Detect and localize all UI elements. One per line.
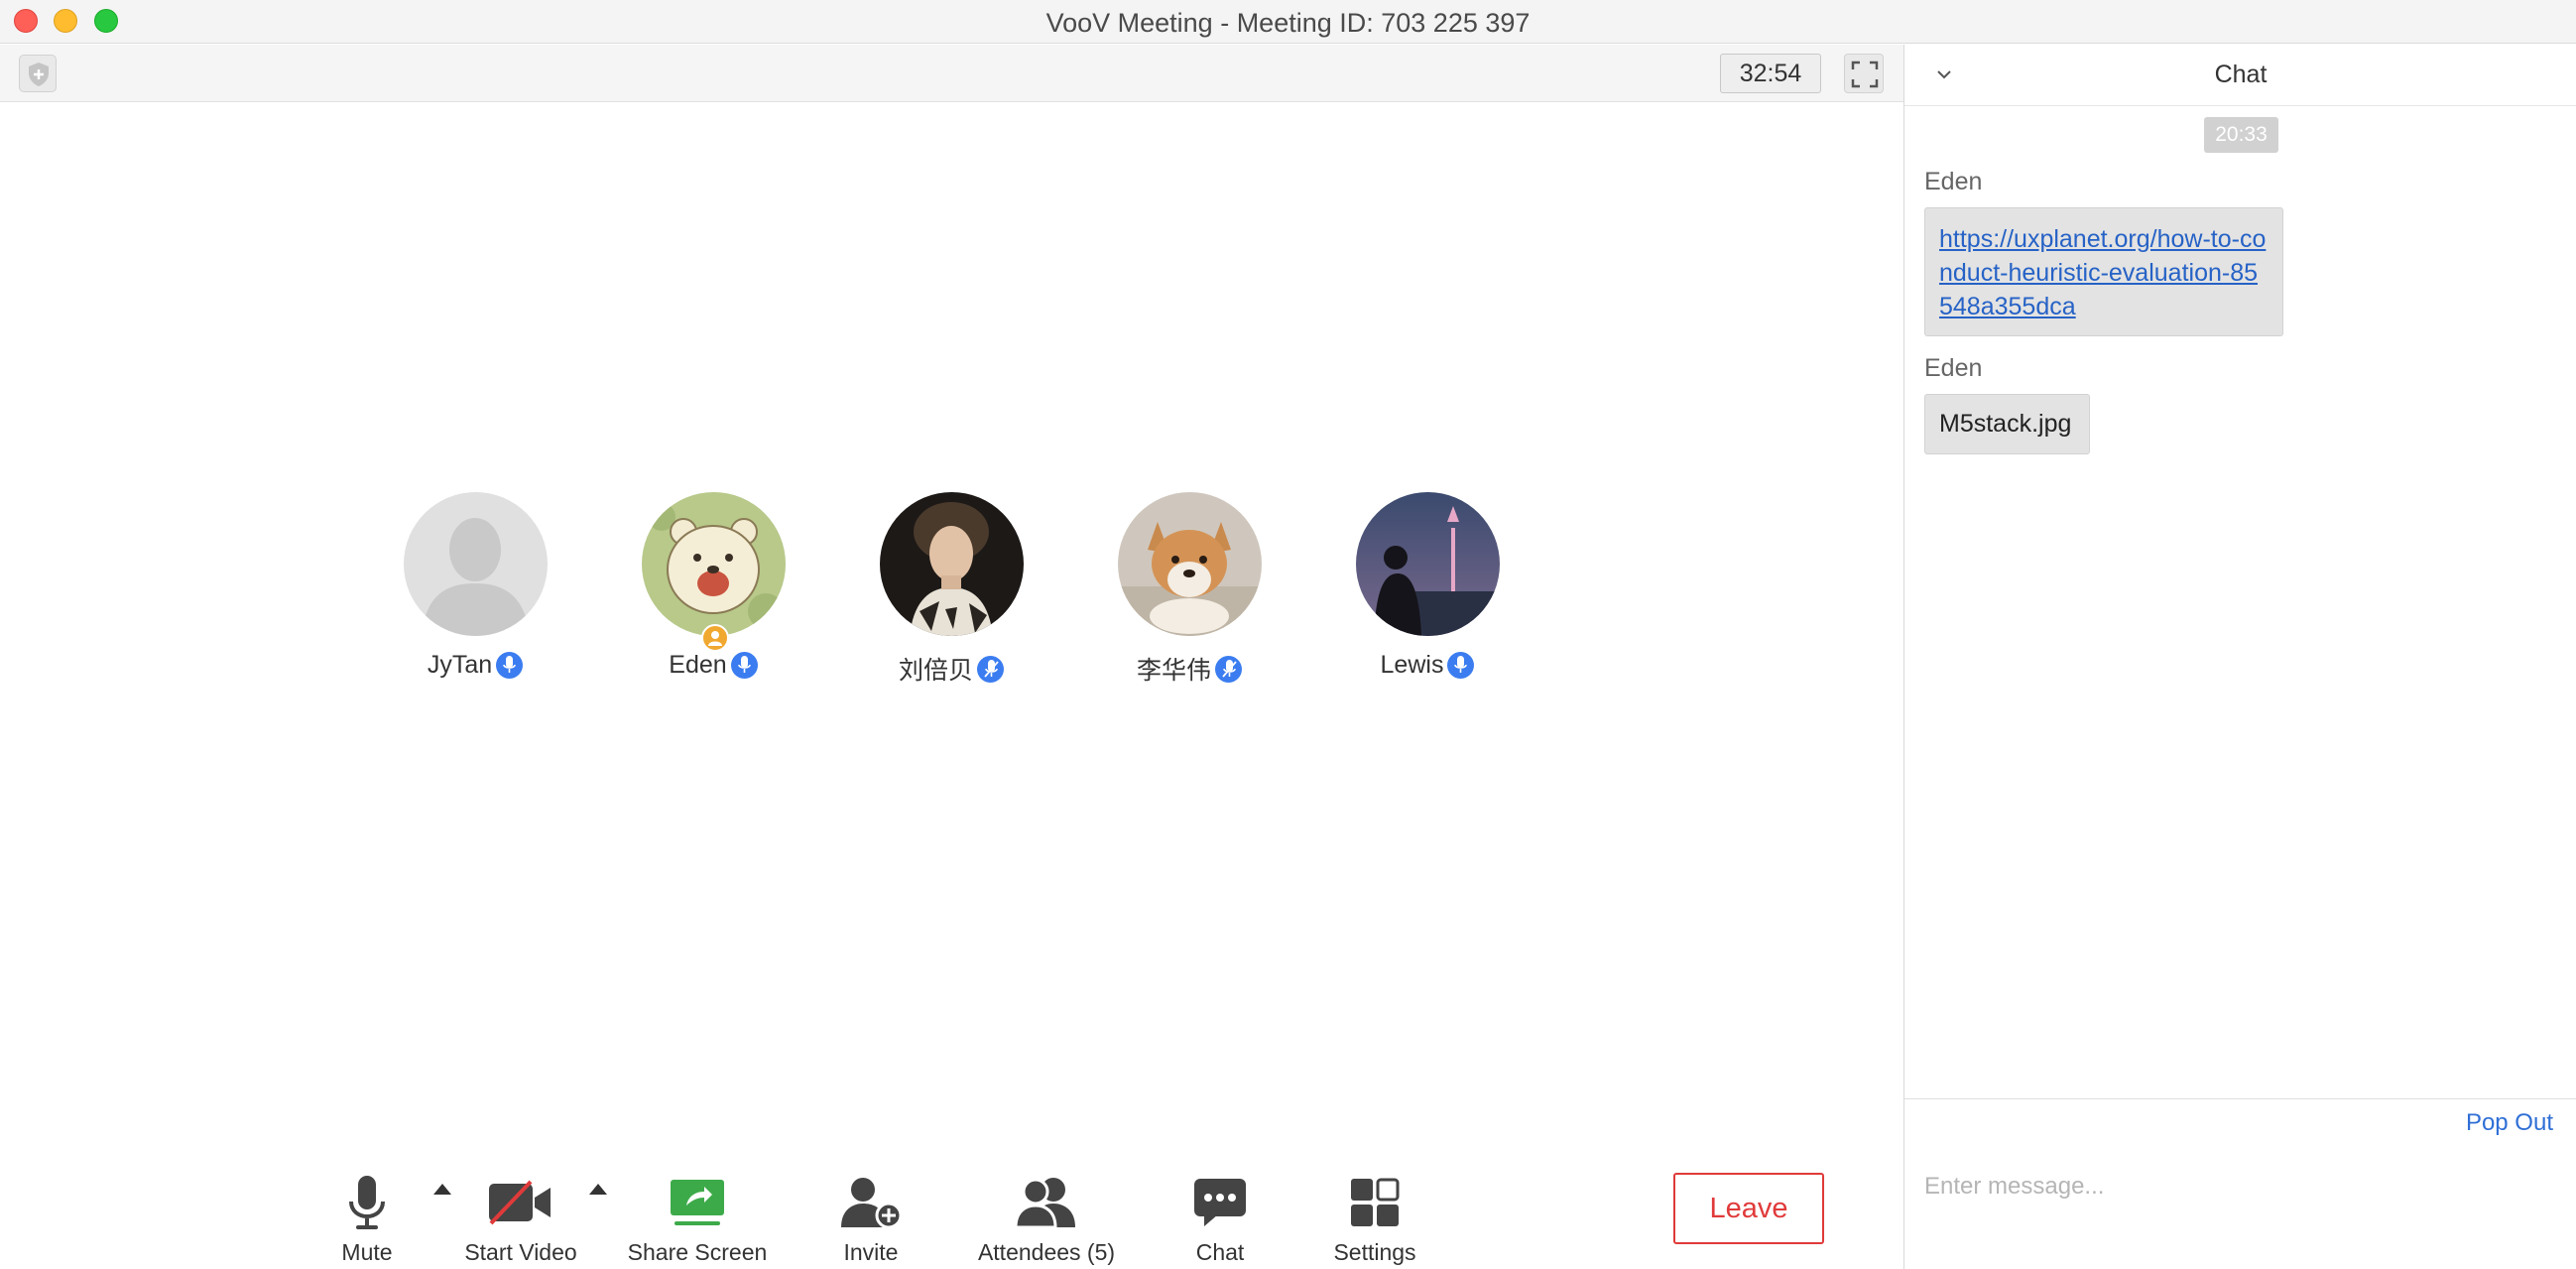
chat-button[interactable]: Chat bbox=[1170, 1168, 1270, 1266]
host-icon bbox=[707, 631, 722, 646]
avatar bbox=[403, 492, 548, 636]
share-screen-label: Share Screen bbox=[627, 1239, 768, 1265]
mic-off-icon bbox=[977, 655, 1004, 683]
participant-name: JyTan bbox=[427, 651, 493, 679]
start-video-label: Start Video bbox=[464, 1239, 577, 1265]
add-user-icon bbox=[841, 1178, 903, 1229]
invite-label: Invite bbox=[843, 1239, 899, 1265]
chat-timestamp: 20:33 bbox=[2204, 117, 2278, 153]
meeting-timer: 32:54 bbox=[1720, 54, 1821, 93]
share-screen-icon bbox=[671, 1180, 724, 1225]
default-avatar-icon bbox=[403, 492, 548, 636]
avatar bbox=[1355, 492, 1500, 636]
invite-button[interactable]: Invite bbox=[821, 1168, 920, 1266]
settings-label: Settings bbox=[1333, 1239, 1416, 1265]
shiba-dog-avatar-icon bbox=[1117, 492, 1262, 636]
participant-tile[interactable]: Lewis bbox=[1308, 492, 1546, 680]
attendees-label: Attendees (5) bbox=[977, 1239, 1116, 1265]
shield-icon bbox=[29, 63, 49, 86]
chat-message-file[interactable]: M5stack.jpg bbox=[1924, 394, 2090, 454]
participant-tile[interactable]: Eden bbox=[594, 492, 832, 680]
mute-label: Mute bbox=[341, 1239, 393, 1265]
pop-out-link[interactable]: Pop Out bbox=[2466, 1109, 2553, 1137]
mic-on-icon bbox=[730, 652, 758, 679]
participant-tile[interactable]: JyTan bbox=[356, 492, 594, 680]
participant-name: 李华伟 bbox=[1136, 657, 1211, 685]
participant-tile[interactable]: 李华伟 bbox=[1070, 492, 1308, 687]
video-options-caret-icon[interactable] bbox=[589, 1184, 607, 1195]
fullscreen-button[interactable] bbox=[1844, 54, 1884, 93]
host-badge bbox=[700, 624, 729, 652]
attendees-button[interactable]: Attendees (5) bbox=[967, 1168, 1126, 1266]
attendees-icon bbox=[1014, 1178, 1075, 1229]
fullscreen-icon bbox=[1851, 61, 1879, 88]
mic-on-icon bbox=[496, 652, 524, 679]
message-sender: Eden bbox=[1924, 168, 1983, 195]
start-video-button[interactable]: Start Video bbox=[461, 1168, 580, 1266]
mic-on-icon bbox=[1447, 652, 1475, 679]
microphone-icon bbox=[349, 1176, 385, 1229]
chat-panel: Chat 20:33 Eden https://uxplanet.org/how… bbox=[1903, 45, 2576, 1269]
window-title: VooV Meeting - Meeting ID: 703 225 397 bbox=[1045, 8, 1531, 38]
chat-title: Chat bbox=[2214, 61, 2268, 88]
settings-grid-icon bbox=[1351, 1178, 1400, 1226]
chat-header: Chat bbox=[1904, 45, 2576, 106]
title-bar: VooV Meeting - Meeting ID: 703 225 397 bbox=[0, 0, 2576, 44]
audio-options-caret-icon[interactable] bbox=[433, 1184, 451, 1195]
participant-name: Lewis bbox=[1380, 651, 1444, 679]
settings-button[interactable]: Settings bbox=[1325, 1168, 1424, 1266]
participant-name: Eden bbox=[669, 651, 727, 679]
message-sender: Eden bbox=[1924, 354, 1983, 382]
security-button[interactable] bbox=[19, 55, 57, 92]
participant-tile[interactable]: 刘倍贝 bbox=[832, 492, 1070, 687]
woman-portrait-avatar-icon bbox=[879, 492, 1024, 636]
mic-off-icon bbox=[1215, 655, 1242, 683]
chat-footer: Pop Out bbox=[1904, 1098, 2576, 1269]
chat-label: Chat bbox=[1195, 1239, 1245, 1265]
video-camera-off-icon bbox=[489, 1180, 551, 1225]
leave-button[interactable]: Leave bbox=[1673, 1173, 1824, 1244]
avatar bbox=[1117, 492, 1262, 636]
participant-name: 刘倍贝 bbox=[898, 657, 973, 685]
meeting-toolbar: Mute Start Video Share Screen Invite Att… bbox=[0, 1140, 1903, 1269]
participants-stage: JyTan Eden 刘倍贝 李华伟 Lewis bbox=[0, 103, 1903, 1140]
avatar bbox=[641, 492, 786, 636]
avatar bbox=[879, 492, 1024, 636]
cartoon-bear-avatar-icon bbox=[641, 492, 786, 636]
chat-icon bbox=[1194, 1179, 1246, 1226]
city-night-avatar-icon bbox=[1355, 492, 1500, 636]
meeting-top-bar: 32:54 bbox=[0, 45, 1903, 102]
share-screen-button[interactable]: Share Screen bbox=[623, 1168, 772, 1266]
message-input[interactable] bbox=[1924, 1167, 2539, 1206]
mute-button[interactable]: Mute bbox=[315, 1168, 419, 1266]
chat-message-link[interactable]: https://uxplanet.org/how-to-conduct-heur… bbox=[1924, 207, 2283, 336]
